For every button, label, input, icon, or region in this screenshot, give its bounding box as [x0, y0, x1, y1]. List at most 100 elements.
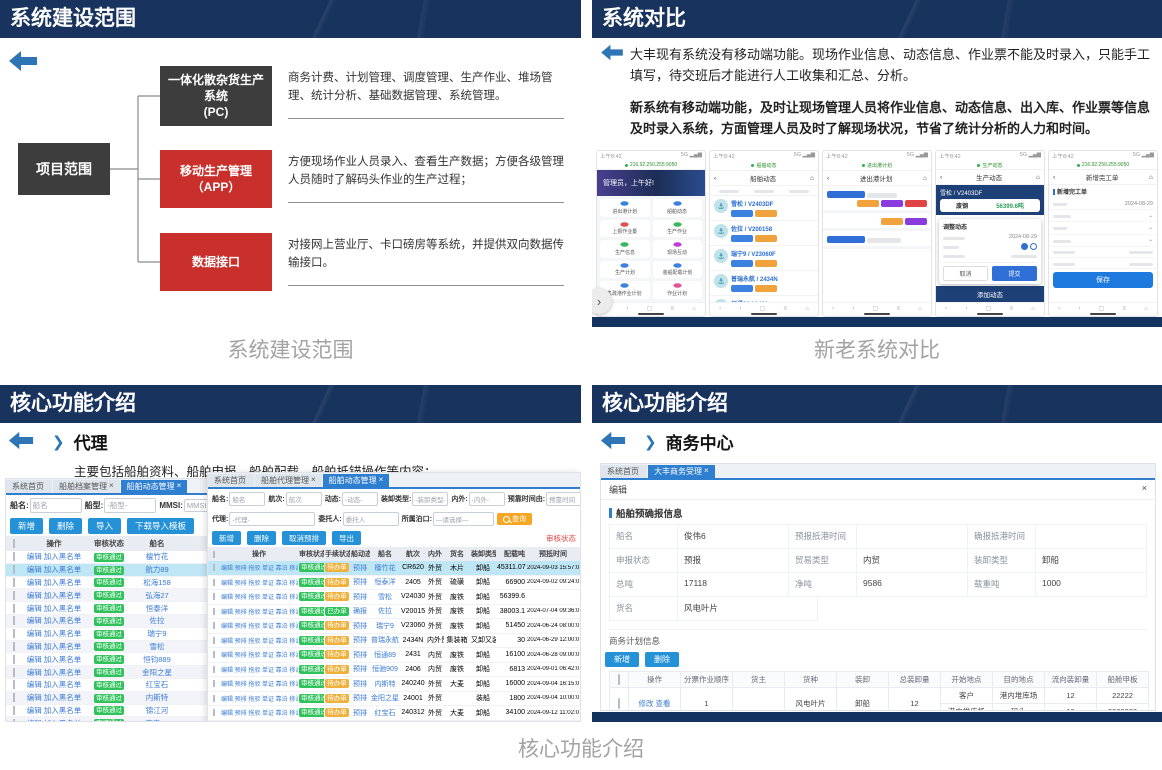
- row-actions[interactable]: 编辑 加入黑名单: [22, 705, 86, 716]
- row-checkbox[interactable]: [13, 578, 15, 587]
- back-arrow-icon[interactable]: [8, 431, 34, 450]
- browser-nav-bar[interactable]: ‹›▢≡⌂: [597, 302, 705, 316]
- action-chip[interactable]: [755, 235, 777, 242]
- row-checkbox[interactable]: [13, 642, 15, 651]
- row-checkbox[interactable]: [13, 604, 15, 613]
- ship-name-link[interactable]: 内斯特: [146, 693, 169, 702]
- table-row[interactable]: 编辑 预排 拖驳 单证 靠泊 移泊 审核通过 待办单 预排 金阳之星 24001…: [208, 692, 580, 707]
- filter-input[interactable]: -动态-: [342, 492, 378, 506]
- browser-nav-bar[interactable]: ‹›▢≡⌂: [823, 302, 931, 316]
- row-actions[interactable]: 编辑 加入黑名单: [22, 577, 86, 588]
- ship-name-link[interactable]: 锦江河: [146, 706, 169, 715]
- row-checkbox[interactable]: [13, 680, 15, 689]
- close-icon[interactable]: ×: [1142, 483, 1147, 496]
- row-actions[interactable]: 编辑 加入黑名单: [22, 654, 86, 665]
- row-checkbox[interactable]: [13, 693, 15, 702]
- select-all-checkbox[interactable]: [618, 674, 620, 685]
- app-tile[interactable]: 进出港计划: [600, 199, 650, 217]
- ship-name-link[interactable]: 弘海27: [145, 591, 168, 600]
- tab-close-icon[interactable]: ×: [704, 466, 709, 477]
- action-chip[interactable]: [857, 200, 879, 207]
- row-actions[interactable]: 编辑 加入黑名单: [22, 551, 86, 562]
- ship-name-link[interactable]: 航力89: [145, 565, 168, 574]
- ship-name-link[interactable]: 檀竹花: [370, 563, 400, 573]
- ship-name-link[interactable]: 雪松: [370, 592, 400, 602]
- row-actions[interactable]: 编辑 加入黑名单: [22, 667, 86, 678]
- back-arrow-icon[interactable]: [600, 44, 624, 61]
- table-row[interactable]: 编辑 预排 拖驳 单证 靠泊 移泊 审核通过 已办单 确报 佐拉 V20015 …: [208, 605, 580, 620]
- select-all-checkbox[interactable]: [213, 551, 215, 558]
- toolbar-button[interactable]: 删除: [247, 531, 276, 545]
- toolbar-button[interactable]: 删除: [49, 518, 82, 534]
- radio-off-icon[interactable]: [1030, 243, 1037, 250]
- ship-card[interactable]: ⚓ 瑞宁9 / V23060F: [710, 246, 818, 271]
- ship-name-link[interactable]: 瑞宁9: [147, 629, 166, 638]
- toolbar-button[interactable]: 新增: [10, 518, 43, 534]
- filter-input[interactable]: -船型-: [104, 498, 156, 513]
- tab[interactable]: 大丰商务受理×: [648, 465, 715, 478]
- tab[interactable]: 船舶动态管理×: [323, 474, 390, 487]
- app-tile[interactable]: 现场互动: [653, 240, 703, 258]
- table-row[interactable]: 编辑 预排 拖驳 单证 靠泊 移泊 审核通过 待办单 预排 新奥712 2427…: [208, 721, 580, 723]
- filter-input[interactable]: 预靠时间: [546, 492, 580, 506]
- tab[interactable]: 船舶档案管理×: [53, 480, 120, 493]
- row-actions[interactable]: 编辑 加入黑名单: [22, 692, 86, 703]
- table-row[interactable]: 编辑 预排 拖驳 单证 靠泊 移泊 审核通过 待办单 预排 雪松 V24030 …: [208, 590, 580, 605]
- ship-card[interactable]: ⚓ 普瑞永航 / 2434N: [710, 271, 818, 296]
- filter-input[interactable]: 船名: [229, 492, 265, 506]
- row-actions[interactable]: 编辑 预排 拖驳 单证 靠泊 移泊: [220, 694, 298, 703]
- row-checkbox[interactable]: [213, 593, 215, 600]
- row-actions[interactable]: 编辑 预排 拖驳 单证 靠泊 移泊: [220, 621, 298, 630]
- action-chip[interactable]: [881, 200, 903, 207]
- browser-nav-bar[interactable]: ‹›▢≡⌂: [710, 302, 818, 316]
- action-chip[interactable]: [731, 260, 753, 267]
- ship-name-link[interactable]: 佐拉: [370, 606, 400, 616]
- tab[interactable]: 船舶代理管理×: [255, 474, 322, 487]
- action-chip[interactable]: [905, 218, 927, 225]
- action-chip[interactable]: [731, 210, 753, 217]
- filter-input[interactable]: -内外-: [469, 492, 505, 506]
- ship-name-link[interactable]: 佐拉: [150, 616, 165, 625]
- row-actions[interactable]: 编辑 加入黑名单: [22, 679, 86, 690]
- toolbar-button[interactable]: 下载导入模板: [127, 518, 194, 534]
- row-checkbox[interactable]: [213, 622, 215, 629]
- dynamic-link[interactable]: 预排: [350, 592, 370, 602]
- table-row[interactable]: 编辑 预排 拖驳 单证 靠泊 移泊 审核通过 待办单 预排 檀竹花 CR620 …: [208, 561, 580, 576]
- row-actions[interactable]: 编辑 加入黑名单: [22, 641, 86, 652]
- filter-input[interactable]: 航次: [286, 492, 322, 506]
- dynamic-link[interactable]: 预排: [350, 650, 370, 660]
- row-checkbox[interactable]: [213, 564, 215, 571]
- table-row[interactable]: 编辑 预排 拖驳 单证 靠泊 移泊 审核通过 待办单 预排 瑞宁9 V23060…: [208, 619, 580, 634]
- row-checkbox[interactable]: [213, 680, 215, 687]
- ship-name-link[interactable]: 恒驰909: [370, 664, 400, 674]
- submit-button[interactable]: 提交: [992, 266, 1037, 281]
- ship-name-link[interactable]: 红宝石: [146, 680, 169, 689]
- row-actions[interactable]: 编辑 加入黑名单: [22, 590, 86, 601]
- dynamic-link[interactable]: 预排: [350, 577, 370, 587]
- action-chip[interactable]: [731, 235, 753, 242]
- ship-name-link[interactable]: 松海158: [143, 578, 171, 587]
- back-arrow-icon[interactable]: [600, 431, 626, 450]
- row-checkbox[interactable]: [213, 637, 215, 644]
- row-checkbox[interactable]: [13, 591, 15, 600]
- dynamic-link[interactable]: 预排: [350, 693, 370, 703]
- filter-input[interactable]: 船名: [30, 498, 82, 513]
- row-actions[interactable]: 编辑 预排 拖驳 单证 靠泊 移泊: [220, 578, 298, 587]
- ship-name-link[interactable]: 恒钧889: [143, 655, 171, 664]
- select-all-checkbox[interactable]: [13, 539, 15, 548]
- tab-close-icon[interactable]: ×: [379, 475, 384, 486]
- app-tile[interactable]: 船舶动态: [653, 199, 703, 217]
- dynamic-link[interactable]: 预排: [350, 621, 370, 631]
- table-row[interactable]: 编辑 预排 拖驳 单证 靠泊 移泊 审核通过 待办单 预排 普瑞永航 2434N…: [208, 634, 580, 649]
- add-dynamic-button[interactable]: 添加动态: [936, 286, 1044, 302]
- row-checkbox[interactable]: [13, 719, 15, 722]
- ship-card[interactable]: ⚓ 雪松 / V2403DF: [710, 196, 818, 221]
- filter-input[interactable]: —请选择—: [433, 512, 494, 526]
- table-row[interactable]: 编辑 预排 拖驳 单证 靠泊 移泊 审核通过 待办单 预排 内斯特 240240…: [208, 677, 580, 692]
- row-checkbox[interactable]: [213, 709, 215, 716]
- row-actions[interactable]: 编辑 加入黑名单: [22, 628, 86, 639]
- row-actions[interactable]: 编辑 加入黑名单: [22, 718, 86, 722]
- toolbar-button[interactable]: 导入: [88, 518, 121, 534]
- row-actions[interactable]: 编辑 预排 拖驳 单证 靠泊 移泊: [220, 592, 298, 601]
- row-checkbox[interactable]: [13, 655, 15, 664]
